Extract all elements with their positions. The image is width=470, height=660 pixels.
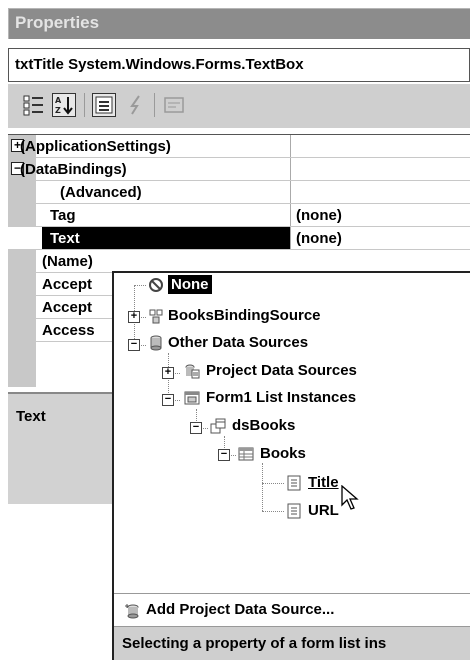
property-row[interactable]: Tag (none): [8, 204, 470, 227]
none-icon: [148, 277, 164, 293]
property-name: Tag: [50, 207, 76, 224]
tree-item-dsbooks[interactable]: dsBooks: [232, 417, 295, 434]
status-text: Selecting a property of a form list ins: [122, 635, 387, 652]
properties-window: Properties txtTitle System.Windows.Forms…: [0, 0, 470, 660]
property-name: (DataBindings): [20, 161, 127, 178]
alphabetical-icon[interactable]: A Z: [52, 93, 76, 117]
property-name: (Advanced): [60, 184, 142, 201]
field-icon: [286, 475, 302, 491]
property-name: (ApplicationSettings): [20, 138, 171, 155]
properties-toolbar: A Z: [8, 84, 470, 128]
property-name: Accept: [42, 276, 93, 293]
collapse-icon[interactable]: −: [190, 422, 202, 434]
object-selector-text: txtTitle System.Windows.Forms.TextBox: [15, 56, 304, 73]
expand-icon[interactable]: +: [162, 367, 174, 379]
tree-item-project-data-sources[interactable]: Project Data Sources: [206, 362, 357, 379]
tree-item-books-binding-source[interactable]: BooksBindingSource: [168, 307, 321, 324]
tree-item-none[interactable]: None: [168, 275, 212, 294]
property-row[interactable]: + (ApplicationSettings): [8, 135, 470, 158]
property-name: (Name): [42, 253, 93, 270]
mouse-cursor-icon: [340, 484, 360, 511]
add-data-source-row[interactable]: Add Project Data Source...: [114, 593, 470, 627]
property-name: Access: [42, 322, 95, 339]
property-value[interactable]: (none): [296, 207, 342, 224]
object-selector[interactable]: txtTitle System.Windows.Forms.TextBox: [8, 48, 470, 82]
categorized-icon[interactable]: [22, 93, 46, 117]
tree-item-books[interactable]: Books: [260, 445, 306, 462]
add-data-source-icon: [124, 603, 140, 619]
tree-item-other-data-sources[interactable]: Other Data Sources: [168, 334, 308, 351]
dropdown-status-bar: Selecting a property of a form list ins: [114, 626, 470, 660]
project-data-sources-icon: [184, 363, 200, 379]
collapse-icon[interactable]: −: [162, 394, 174, 406]
svg-text:A: A: [55, 96, 62, 105]
property-row[interactable]: − (DataBindings): [8, 158, 470, 181]
property-name: Text: [50, 230, 80, 247]
data-source-dropdown[interactable]: None + BooksBindingSource − Other Data S…: [112, 271, 470, 660]
property-row[interactable]: (Advanced): [8, 181, 470, 204]
table-icon: [238, 446, 254, 462]
field-icon: [286, 503, 302, 519]
property-pages-icon[interactable]: [162, 93, 186, 117]
description-title: Text: [16, 408, 46, 425]
dataset-icon: [210, 418, 226, 434]
tree-item-title[interactable]: Title: [308, 474, 339, 491]
database-icon: [148, 335, 164, 351]
property-row[interactable]: (Name): [8, 250, 470, 273]
tree-item-form1-list-instances[interactable]: Form1 List Instances: [206, 389, 356, 406]
window-title: Properties: [15, 13, 100, 32]
binding-source-icon: [148, 308, 164, 324]
property-value[interactable]: (none): [296, 230, 342, 247]
add-project-data-source-link[interactable]: Add Project Data Source...: [146, 601, 334, 618]
events-icon[interactable]: [124, 93, 148, 117]
collapse-icon[interactable]: −: [128, 339, 140, 351]
expand-icon[interactable]: +: [128, 311, 140, 323]
tree-item-url[interactable]: URL: [308, 502, 339, 519]
properties-icon[interactable]: [92, 93, 116, 117]
property-name: Accept: [42, 299, 93, 316]
property-row-selected[interactable]: Text (none): [8, 227, 470, 250]
svg-text:Z: Z: [55, 106, 61, 115]
properties-title-bar[interactable]: Properties: [8, 8, 470, 39]
form-list-icon: [184, 390, 200, 406]
collapse-icon[interactable]: −: [218, 449, 230, 461]
